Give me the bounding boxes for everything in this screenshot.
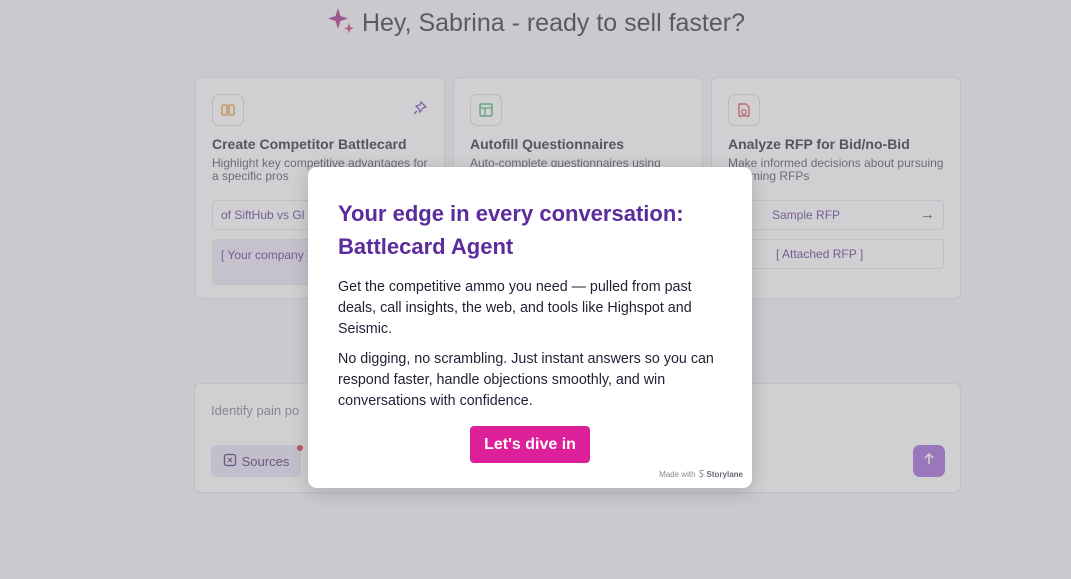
made-with-label: Made with <box>659 470 696 479</box>
made-with-storylane[interactable]: Made with Storylane <box>659 469 743 480</box>
modal-paragraph-1: Get the competitive ammo you need — pull… <box>338 279 692 337</box>
brand-label: Storylane <box>706 470 743 479</box>
storylane-icon <box>698 469 705 480</box>
intro-modal: Your edge in every conversation: Battlec… <box>308 167 752 488</box>
modal-title: Your edge in every conversation: Battlec… <box>338 201 684 259</box>
dive-in-button[interactable]: Let's dive in <box>470 426 590 463</box>
modal-paragraph-2: No digging, no scrambling. Just instant … <box>338 351 714 409</box>
